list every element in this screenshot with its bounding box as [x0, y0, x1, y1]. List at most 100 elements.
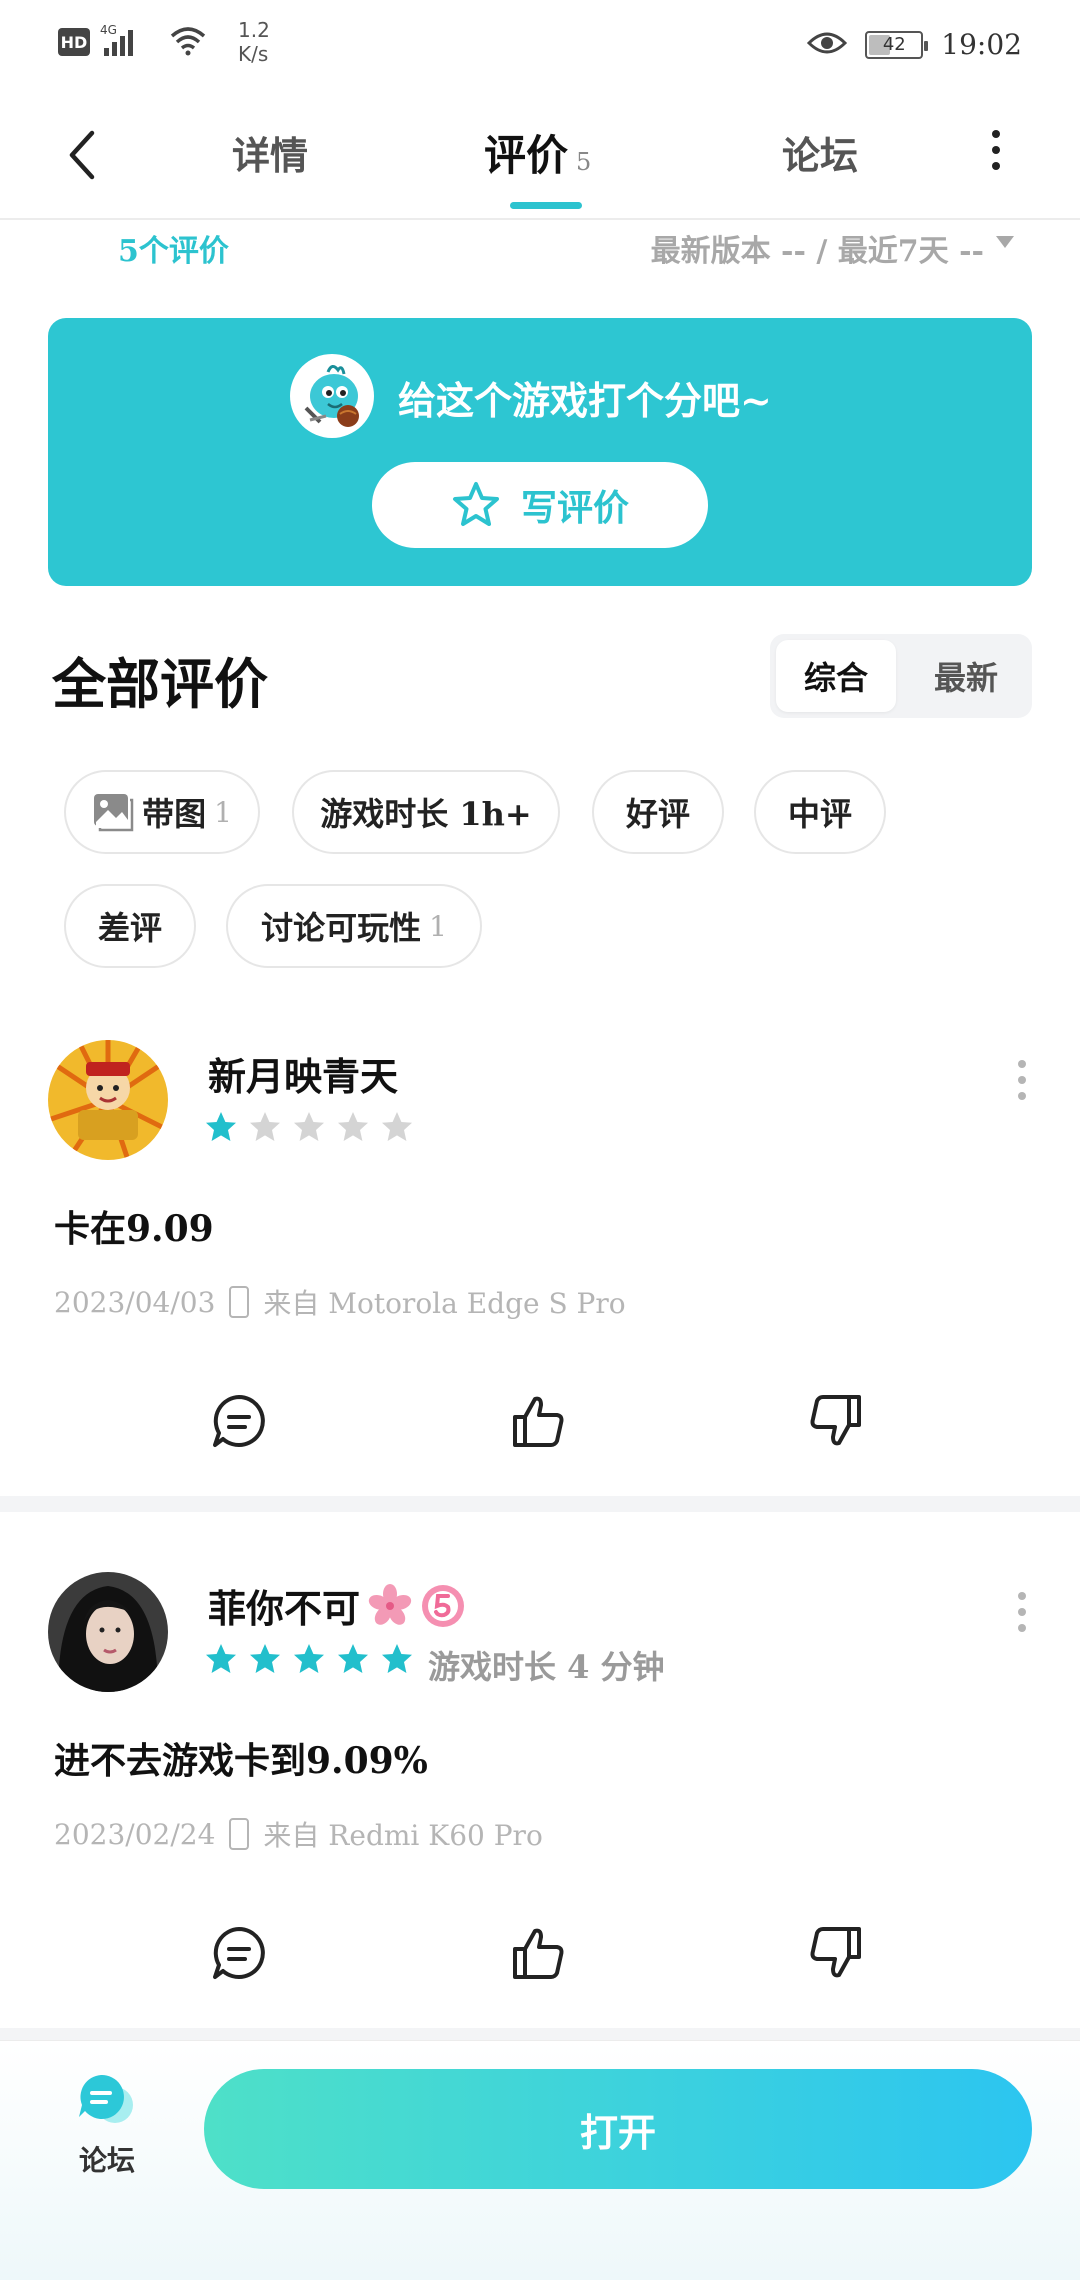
chip-playability[interactable]: 讨论可玩性 1 [226, 884, 482, 968]
like-button[interactable] [504, 1386, 574, 1456]
active-tab-indicator [510, 202, 582, 209]
sakura-icon [368, 1583, 412, 1625]
play-time: 游戏时长 4 分钟 [428, 1648, 665, 1686]
mascot-avatar [290, 354, 374, 438]
star-filled-icon [206, 1644, 236, 1673]
all-reviews-title: 全部评价 [52, 652, 268, 716]
avatar[interactable] [48, 1572, 168, 1692]
review-device: 来自 Redmi K60 Pro [263, 1819, 543, 1852]
open-game-button[interactable]: 打开 [204, 2069, 1032, 2189]
bottom-bar: 论坛 打开 [0, 2040, 1080, 2280]
like-button[interactable] [504, 1918, 574, 1988]
clock: 19:02 [941, 28, 1022, 61]
forum-chat-icon [79, 2074, 133, 2123]
star-empty-icon [250, 1112, 280, 1141]
thumbs-up-icon [513, 1396, 564, 1447]
level-badge-icon [422, 1584, 465, 1627]
dislike-button[interactable] [800, 1918, 870, 1988]
review-count: 5个评价 [118, 234, 229, 269]
review-date: 2023/04/03 [54, 1285, 216, 1319]
chip-label: 差评 [97, 909, 162, 947]
comment-icon [213, 1927, 265, 1979]
status-bar: HD 4G 1.2 K/s 42 19:02 [0, 0, 1080, 95]
wifi-icon [168, 24, 208, 60]
reviewer-name-row: 菲你不可 [208, 1578, 466, 1633]
chip-label: 中评 [787, 795, 852, 833]
chip-count: 1 [429, 909, 447, 943]
review-actions [0, 1918, 1080, 1998]
reviewer-name[interactable]: 菲你不可 [208, 1578, 360, 1633]
tab-details-label: 详情 [232, 133, 309, 178]
avatar-image [48, 1040, 168, 1160]
write-review-button[interactable]: 写评价 [372, 462, 708, 548]
tab-reviews-label: 评价 [484, 131, 569, 180]
rate-card-title: 给这个游戏打个分吧~ [398, 378, 772, 423]
tab-forum[interactable]: 论坛 [782, 125, 858, 180]
star-outline-icon [452, 482, 499, 526]
signal-icon: 4G [100, 22, 158, 62]
summary-row: 5个评价 最新版本 -- / 最近7天 -- [0, 222, 1080, 272]
review-card: 新月映青天 卡在9.09 2023/04/03 来自 Motorola Edge… [0, 1000, 1080, 1510]
review-card: 菲你不可 游戏时长 4 分钟 进不去游戏卡到9.09% 2023/02/24 来… [0, 1532, 1080, 2032]
rating-stars [204, 1642, 414, 1676]
review-actions [0, 1386, 1080, 1466]
star-filled-icon [294, 1644, 324, 1673]
reviewer-name[interactable]: 新月映青天 [208, 1046, 398, 1101]
sort-latest[interactable]: 最新 [906, 640, 1026, 712]
thumbs-up-icon [513, 1928, 564, 1979]
version-filter[interactable]: 最新版本 -- / 最近7天 -- [651, 226, 984, 270]
open-game-label: 打开 [579, 2109, 656, 2155]
sort-comprehensive[interactable]: 综合 [776, 640, 896, 712]
status-left: HD 4G 1.2 K/s [58, 18, 270, 66]
image-icon [94, 794, 134, 832]
chip-negative[interactable]: 差评 [64, 884, 196, 968]
dropdown-caret-icon[interactable] [996, 236, 1014, 248]
star-filled-icon [338, 1644, 368, 1673]
comment-icon [213, 1395, 265, 1447]
battery-level: 42 [882, 34, 906, 55]
review-content[interactable]: 卡在9.09 [54, 1200, 214, 1252]
signal-type-label: 4G [100, 23, 117, 37]
review-more-icon[interactable] [1016, 1592, 1028, 1632]
star-empty-icon [294, 1112, 324, 1141]
network-speed-unit: K/s [238, 42, 269, 66]
tab-forum-label: 论坛 [782, 133, 859, 178]
rate-card: 给这个游戏打个分吧~ 写评价 [48, 318, 1032, 586]
sort-toggle: 综合 最新 [770, 634, 1032, 718]
comment-button[interactable] [204, 1386, 274, 1456]
network-speed: 1.2 K/s [238, 18, 270, 66]
write-review-label: 写评价 [520, 487, 629, 529]
chip-playtime[interactable]: 游戏时长 1h+ [292, 770, 560, 854]
star-empty-icon [338, 1112, 368, 1141]
bottom-forum-tab[interactable]: 论坛 [62, 2071, 152, 2179]
dislike-button[interactable] [800, 1386, 870, 1456]
star-filled-icon [206, 1112, 236, 1141]
chip-positive[interactable]: 好评 [592, 770, 724, 854]
phone-icon [229, 1286, 250, 1318]
star-empty-icon [382, 1112, 412, 1141]
comment-button[interactable] [204, 1918, 274, 1988]
eye-icon [807, 29, 848, 61]
tab-reviews-count: 5 [576, 148, 592, 176]
hd-badge: HD [58, 28, 90, 56]
review-meta: 2023/04/03 来自 Motorola Edge S Pro [54, 1282, 626, 1322]
tab-reviews[interactable]: 评价 5 [484, 122, 591, 183]
back-button[interactable] [60, 125, 110, 185]
section-divider [0, 2028, 1080, 2040]
bottom-forum-label: 论坛 [78, 2144, 135, 2177]
review-content[interactable]: 进不去游戏卡到9.09% [54, 1732, 428, 1784]
chip-with-images[interactable]: 带图 1 [64, 770, 260, 854]
chip-label: 游戏时长 1h+ [320, 795, 532, 833]
tab-details[interactable]: 详情 [232, 125, 308, 180]
chip-label: 带图 [142, 795, 207, 833]
avatar-image [48, 1572, 168, 1692]
chip-neutral[interactable]: 中评 [754, 770, 886, 854]
star-filled-icon [382, 1644, 412, 1673]
star-filled-icon [250, 1644, 280, 1673]
thumbs-down-icon [810, 1395, 861, 1446]
review-more-icon[interactable] [1016, 1060, 1028, 1100]
mascot-icon [304, 365, 359, 427]
status-right: 42 19:02 [807, 28, 1022, 61]
avatar[interactable] [48, 1040, 168, 1160]
more-options-icon[interactable] [984, 125, 1008, 175]
